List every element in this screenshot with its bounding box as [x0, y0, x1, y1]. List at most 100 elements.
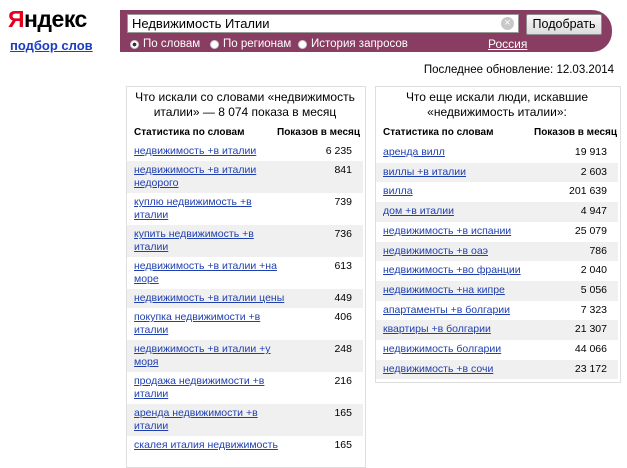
- related-keyword-link[interactable]: вилла: [383, 185, 413, 198]
- related-row: вилла 201 639: [383, 185, 613, 199]
- clear-icon[interactable]: ×: [501, 17, 514, 30]
- impressions-count: 406: [334, 311, 352, 323]
- related-row: недвижимость +на кипре 5 056: [383, 284, 613, 298]
- radio-label: По словам: [143, 38, 201, 50]
- keyword-link[interactable]: недвижимость +в италии недорого: [134, 164, 256, 190]
- related-row: виллы +в италии 2 603: [383, 166, 613, 180]
- region-link[interactable]: Россия: [488, 37, 527, 51]
- keyword-link[interactable]: аренда недвижимости +в италии: [134, 407, 258, 433]
- related-keyword-link[interactable]: апартаменты +в болгарии: [383, 304, 510, 317]
- keyword-line1: аренда недвижимости +в: [134, 407, 258, 419]
- keyword-line2: италии: [134, 388, 169, 400]
- logo-letter: Я: [8, 6, 25, 32]
- keyword-line2: италии: [134, 209, 169, 221]
- keyword-link[interactable]: купить недвижимость +в италии: [134, 228, 254, 254]
- impressions-count: 23 172: [574, 362, 607, 375]
- related-row: недвижимость болгарии 44 066: [383, 343, 613, 357]
- right-panel-title: Что еще искали люди, искавшие «недвижимо…: [379, 90, 615, 120]
- left-title-line1: Что искали со словами «недвижимость: [135, 90, 355, 104]
- related-keyword-link[interactable]: виллы +в италии: [383, 166, 466, 179]
- keyword-row: купить недвижимость +в италии 736: [134, 228, 358, 256]
- keyword-row: недвижимость +в италии +у моря 248: [134, 343, 358, 371]
- keyword-row: скалея италия недвижимость 165: [134, 439, 358, 467]
- keyword-link[interactable]: недвижимость +в италии: [134, 145, 256, 158]
- impressions-count: 613: [334, 260, 352, 272]
- keyword-link[interactable]: недвижимость +в италии +на море: [134, 260, 277, 286]
- right-col-keywords: Статистика по словам: [383, 127, 494, 138]
- related-keyword-link[interactable]: аренда вилл: [383, 146, 445, 159]
- keyword-link[interactable]: скалея италия недвижимость: [134, 439, 278, 452]
- related-keyword-link[interactable]: недвижимость +во франции: [383, 264, 521, 277]
- yandex-logo[interactable]: Яндекс: [8, 6, 87, 33]
- search-input[interactable]: Недвижимость Италии ×: [127, 14, 519, 33]
- impressions-count: 44 066: [574, 343, 607, 355]
- keyword-link[interactable]: куплю недвижимость +в италии: [134, 196, 252, 222]
- related-keyword-link[interactable]: квартиры +в болгарии: [383, 323, 491, 336]
- left-panel-title: Что искали со словами «недвижимость итал…: [130, 90, 360, 120]
- keyword-link[interactable]: недвижимость +в италии +у моря: [134, 343, 271, 369]
- keyword-line2: моря: [134, 356, 159, 368]
- related-keyword-link[interactable]: дом +в италии: [383, 205, 454, 218]
- right-title-line2: «недвижимость италии»:: [427, 105, 567, 119]
- logo-text: ндекс: [24, 6, 87, 32]
- impressions-count: 19 913: [574, 146, 607, 158]
- impressions-count: 786: [589, 244, 607, 257]
- radio-by-words[interactable]: По словам: [130, 38, 200, 50]
- keyword-line1: покупка недвижимости +в: [134, 311, 261, 323]
- related-row: недвижимость +в испании 25 079: [383, 225, 613, 239]
- keyword-row: куплю недвижимость +в италии 739: [134, 196, 358, 224]
- related-keyword-link[interactable]: недвижимость +в оаэ: [383, 245, 488, 258]
- related-keyword-link[interactable]: недвижимость +в испании: [383, 225, 511, 238]
- related-row: квартиры +в болгарии 21 307: [383, 323, 613, 337]
- keyword-link[interactable]: продажа недвижимости +в италии: [134, 375, 264, 401]
- keyword-link[interactable]: покупка недвижимости +в италии: [134, 311, 260, 337]
- radio-unchecked-icon: [210, 39, 219, 49]
- radio-unchecked-icon: [298, 39, 307, 49]
- wordstat-link[interactable]: подбор слов: [10, 38, 93, 53]
- keyword-line2: море: [134, 273, 159, 285]
- keyword-line1: куплю недвижимость +в: [134, 196, 252, 208]
- right-title-line1: Что еще искали люди, искавшие: [405, 90, 589, 104]
- impressions-count: 25 079: [574, 224, 607, 237]
- related-keyword-link[interactable]: недвижимость +в сочи: [383, 363, 493, 376]
- left-title-line2: италии» — 8 074 показа в месяц: [153, 105, 337, 119]
- impressions-count: 7 323: [580, 303, 607, 316]
- impressions-count: 21 307: [574, 323, 607, 336]
- keyword-line1: недвижимость +в италии: [134, 145, 257, 157]
- keyword-line1: недвижимость +в италии: [134, 164, 257, 176]
- impressions-count: 2 603: [580, 165, 607, 178]
- radio-history[interactable]: История запросов: [298, 38, 408, 50]
- right-col-counts: Показов в месяц: [534, 127, 618, 138]
- keyword-line1: недвижимость +в италии цены: [134, 292, 285, 304]
- keyword-row: продажа недвижимости +в италии 216: [134, 375, 358, 403]
- impressions-count: 201 639: [569, 185, 607, 198]
- keyword-line2: италии: [134, 324, 169, 336]
- related-row: апартаменты +в болгарии 7 323: [383, 304, 613, 318]
- impressions-count: 5 056: [580, 283, 607, 296]
- radio-label: История запросов: [311, 38, 408, 50]
- related-keyword-link[interactable]: недвижимость +на кипре: [383, 284, 505, 297]
- keyword-line1: недвижимость +в италии +на: [134, 260, 277, 272]
- keyword-row: недвижимость +в италии недорого 841: [134, 164, 358, 192]
- submit-button[interactable]: Подобрать: [526, 14, 602, 35]
- keyword-line1: недвижимость +в италии +у: [134, 343, 271, 355]
- radio-by-regions[interactable]: По регионам: [210, 38, 291, 50]
- left-col-keywords: Статистика по словам: [134, 127, 245, 138]
- related-keyword-link[interactable]: недвижимость болгарии: [383, 343, 501, 356]
- keyword-line2: недорого: [134, 177, 179, 189]
- keyword-link[interactable]: недвижимость +в италии цены: [134, 292, 284, 305]
- keyword-row: покупка недвижимости +в италии 406: [134, 311, 358, 339]
- keyword-line1: скалея италия недвижимость: [134, 439, 278, 451]
- impressions-count: 4 947: [580, 205, 607, 218]
- impressions-count: 248: [334, 343, 352, 355]
- related-row: дом +в италии 4 947: [383, 205, 613, 219]
- related-row: недвижимость +во франции 2 040: [383, 264, 613, 278]
- left-col-counts: Показов в месяц: [277, 127, 361, 138]
- impressions-count: 165: [334, 439, 352, 451]
- impressions-count: 2 040: [580, 264, 607, 277]
- keyword-line1: купить недвижимость +в: [134, 228, 254, 240]
- impressions-count: 739: [334, 196, 352, 208]
- keyword-line2: италии: [134, 420, 169, 432]
- impressions-count: 216: [334, 375, 352, 387]
- impressions-count: 165: [334, 407, 352, 419]
